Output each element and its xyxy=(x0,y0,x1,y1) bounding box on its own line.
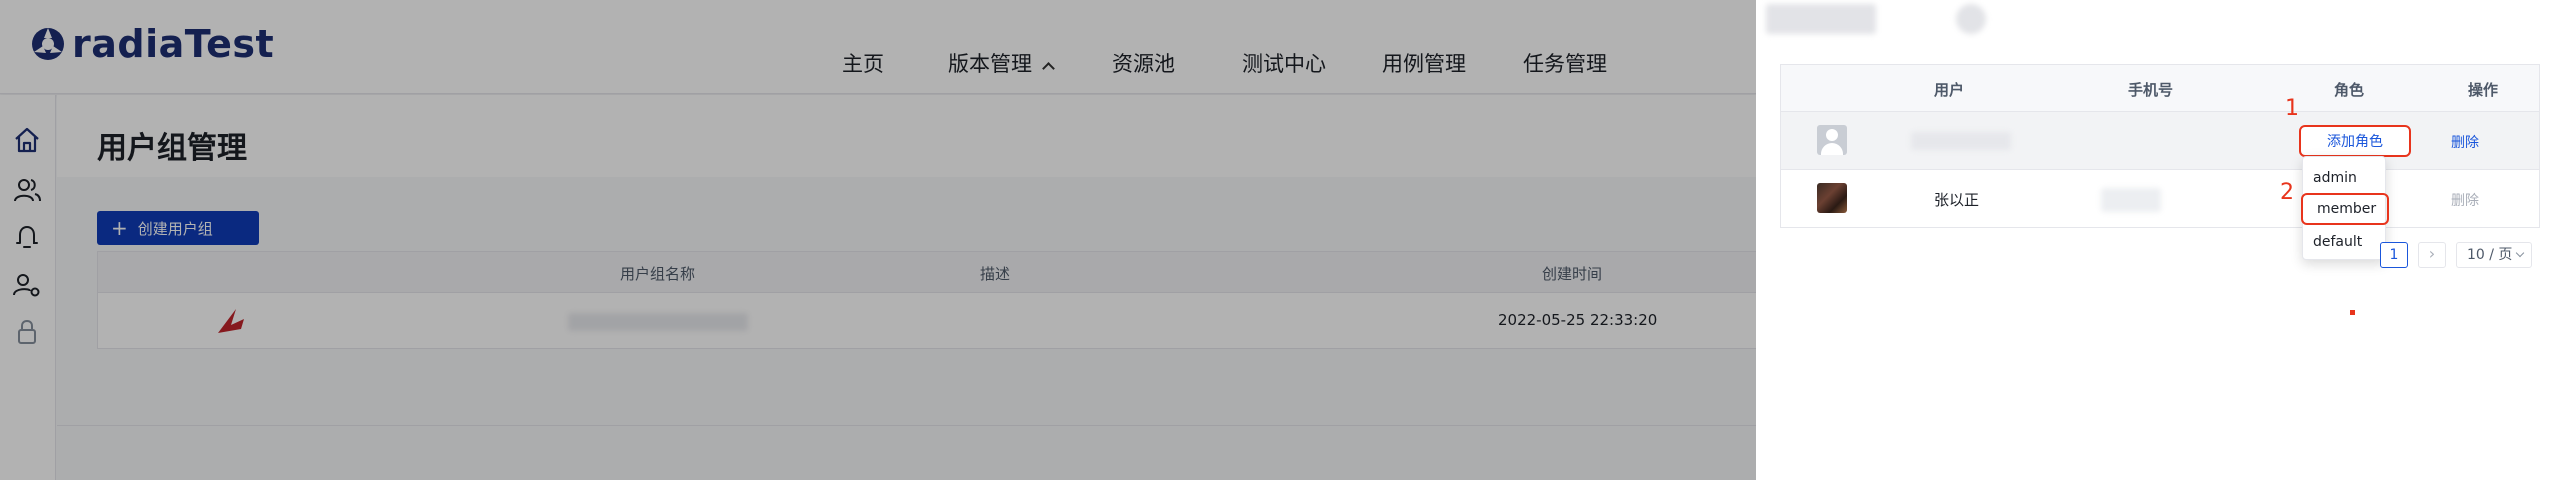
default-avatar-icon xyxy=(1817,125,1847,155)
delete-link[interactable]: 删除 xyxy=(2451,132,2479,152)
members-table-header: 用户 手机号 角色 操作 xyxy=(1781,65,2539,111)
page-size-label: 10 / 页 xyxy=(2467,247,2513,263)
user-group-members-drawer: 用户 手机号 角色 操作 添加角色 删除 张以正 删除 xyxy=(1756,0,2556,480)
delete-link-disabled[interactable]: 删除 xyxy=(2451,190,2479,210)
drawer-header-redacted xyxy=(1756,0,2556,46)
red-marker xyxy=(2350,310,2355,315)
members-table: 用户 手机号 角色 操作 添加角色 删除 张以正 删除 xyxy=(1780,64,2540,228)
table-row[interactable]: 添加角色 删除 xyxy=(1781,111,2539,169)
role-option-admin[interactable]: admin xyxy=(2303,163,2387,193)
redacted-block xyxy=(1766,4,1876,34)
phone-redacted xyxy=(2101,188,2161,212)
step-number-2: 2 xyxy=(2280,180,2294,205)
add-role-button[interactable]: 添加角色 xyxy=(2299,125,2411,157)
redacted-block xyxy=(1956,4,1986,34)
column-header-action: 操作 xyxy=(2468,81,2499,99)
user-name-redacted xyxy=(1911,132,2011,150)
next-page-button[interactable]: › xyxy=(2418,242,2446,268)
role-option-member[interactable]: member xyxy=(2301,193,2389,225)
page-size-select[interactable]: 10 / 页 xyxy=(2456,242,2532,268)
step-number-1: 1 xyxy=(2285,96,2299,121)
role-option-default[interactable]: default xyxy=(2303,227,2387,257)
modal-overlay[interactable] xyxy=(0,0,1756,480)
user-name: 张以正 xyxy=(1934,191,1980,209)
chevron-right-icon: › xyxy=(2428,244,2436,263)
column-header-user: 用户 xyxy=(1934,81,1965,99)
table-row[interactable]: 张以正 删除 xyxy=(1781,169,2539,227)
column-header-phone: 手机号 xyxy=(2128,81,2174,99)
page-number-button[interactable]: 1 xyxy=(2380,242,2408,268)
user-photo-avatar xyxy=(1817,183,1847,213)
column-header-role: 角色 xyxy=(2334,81,2365,99)
role-dropdown-menu: admin member default xyxy=(2301,156,2389,260)
chevron-down-icon xyxy=(2516,248,2525,258)
